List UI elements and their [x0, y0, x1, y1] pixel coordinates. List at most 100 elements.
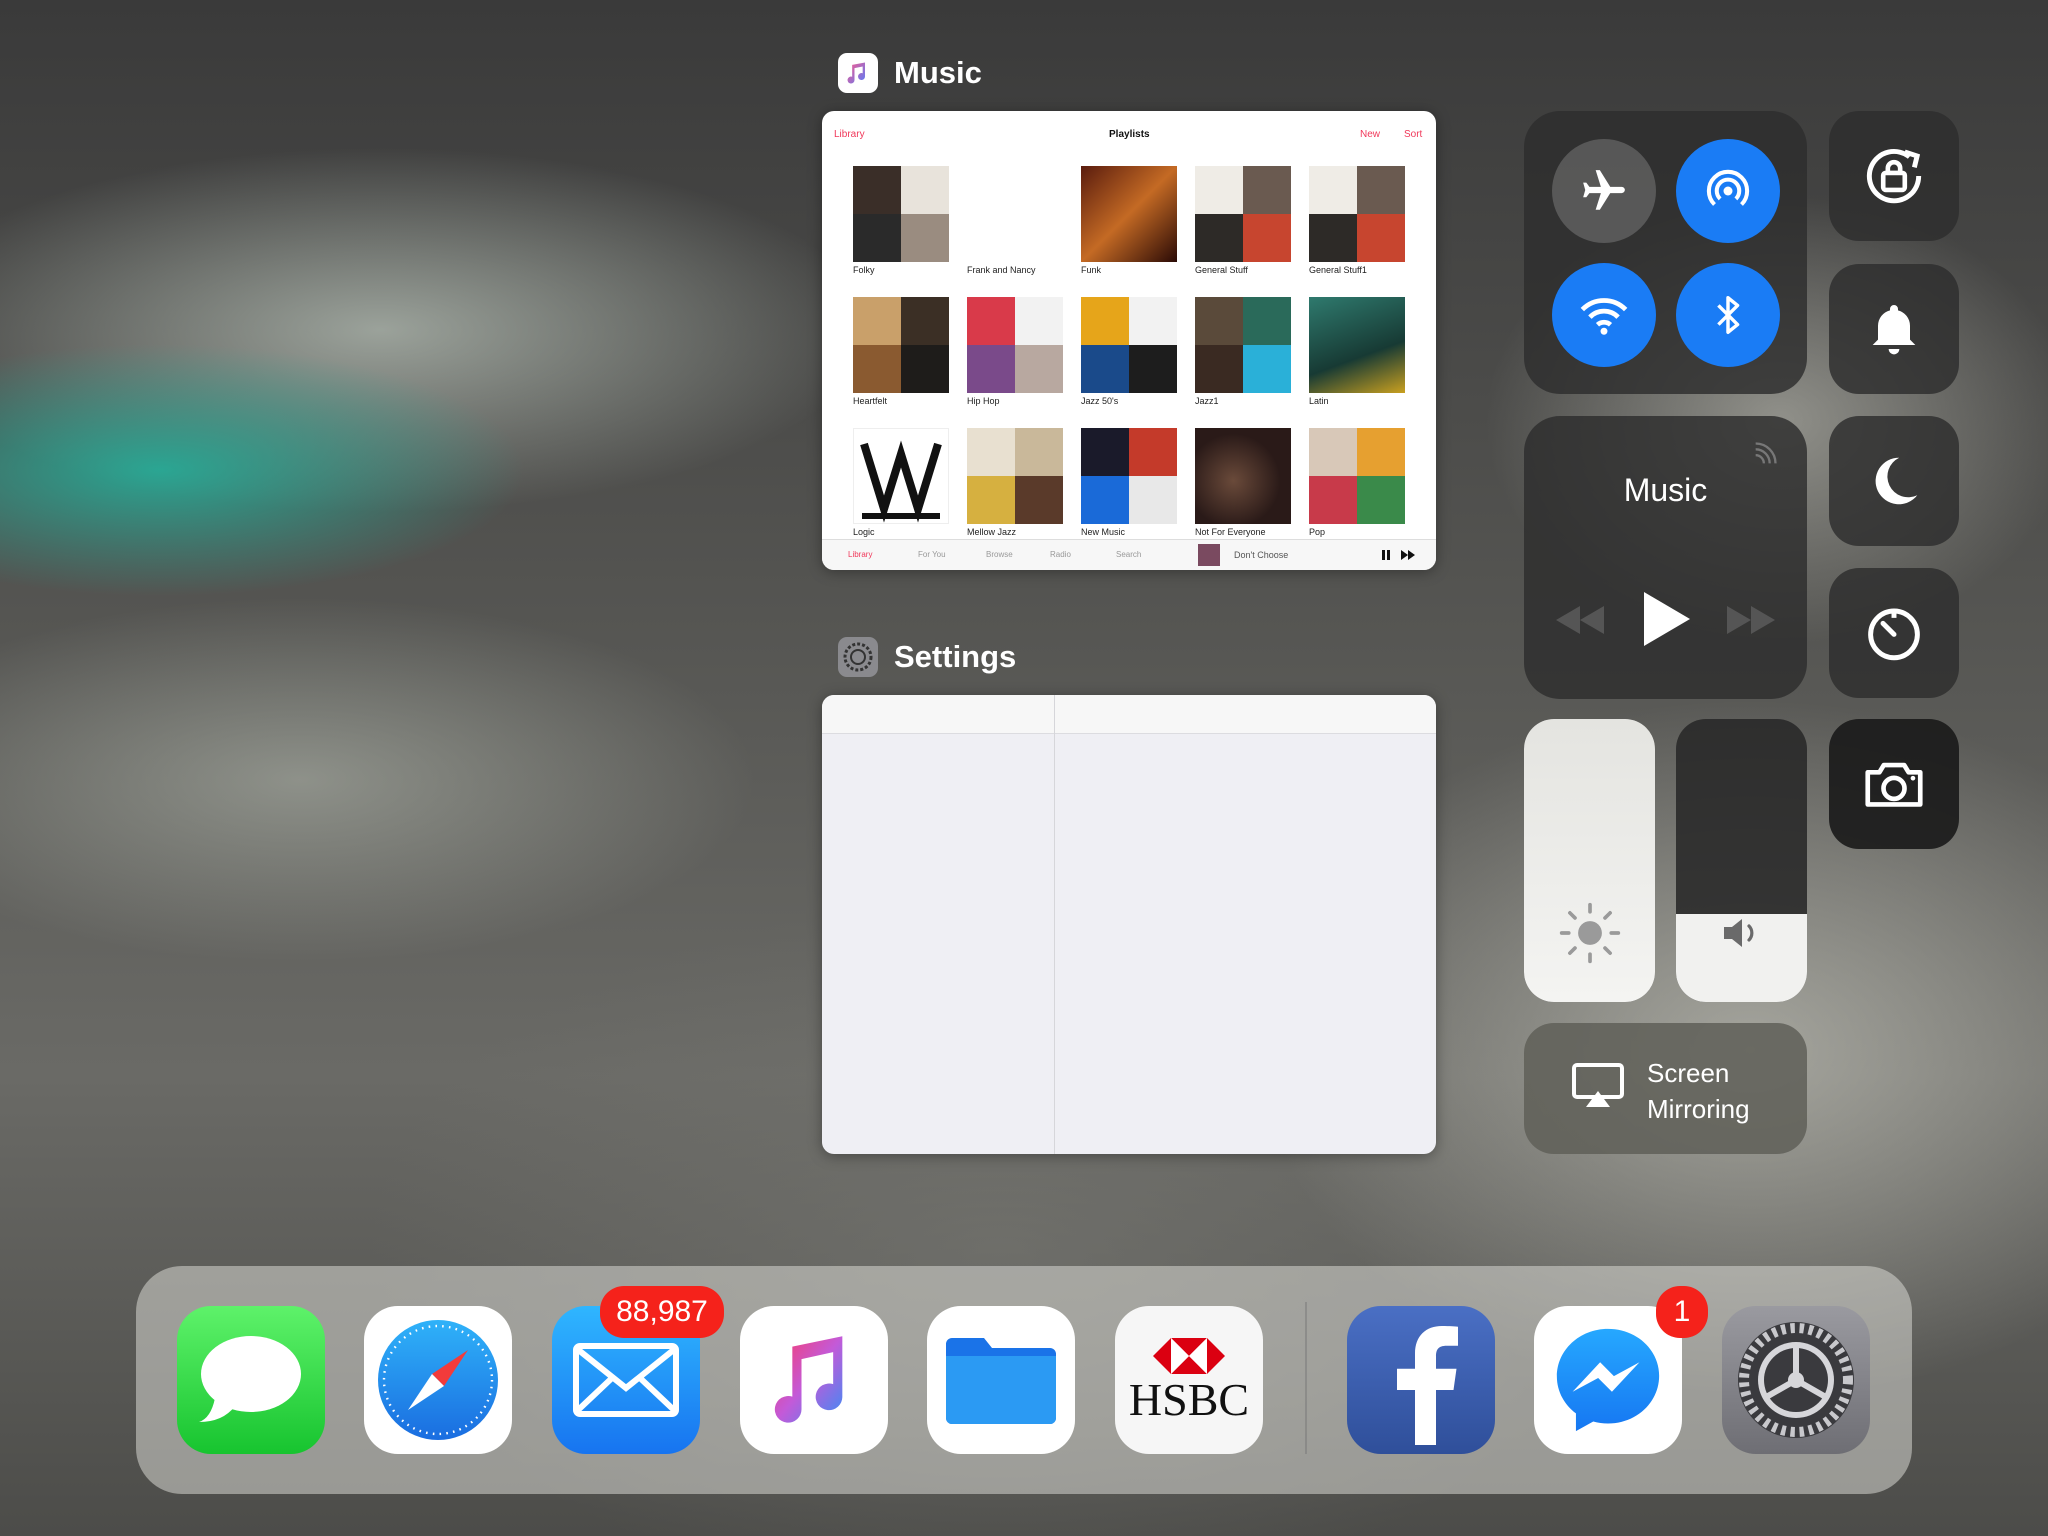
playlist-item[interactable]: Hip Hop: [967, 297, 1063, 406]
hsbc-app-icon[interactable]: HSBC: [1115, 1306, 1263, 1454]
music-app-label[interactable]: Music: [838, 53, 982, 93]
playlist-item[interactable]: Funk: [1081, 166, 1177, 275]
brightness-slider[interactable]: [1524, 719, 1655, 1002]
playlist-item[interactable]: General Stuff: [1195, 166, 1291, 275]
playlist-artwork: [853, 428, 949, 524]
playlist-item[interactable]: Not For Everyone: [1195, 428, 1291, 537]
settings-app-icon[interactable]: [1722, 1306, 1870, 1454]
playlist-artwork: [1309, 166, 1405, 262]
bell-icon: [1872, 305, 1916, 355]
wifi-toggle[interactable]: [1552, 263, 1656, 367]
airplay-audio-icon[interactable]: [1751, 440, 1779, 468]
airplane-icon: [1583, 170, 1625, 210]
music-tab-bar: Library For You Browse Radio Search Don'…: [822, 539, 1436, 570]
timer-button[interactable]: [1829, 568, 1959, 698]
settings-nav-bar: [822, 695, 1436, 734]
playlist-artwork: [1195, 297, 1291, 393]
orientation-lock-button[interactable]: [1829, 111, 1959, 241]
forward-icon[interactable]: [1725, 602, 1777, 638]
screen-mirroring-icon: [1572, 1063, 1624, 1107]
playlist-name: Folky: [853, 265, 875, 275]
music-app-card[interactable]: Library Playlists New Sort Folky Frank a…: [822, 111, 1436, 570]
playlist-artwork: [853, 166, 949, 262]
settings-small-icon: [838, 637, 878, 677]
facebook-icon: [1397, 1326, 1458, 1445]
playlist-artwork: [1309, 428, 1405, 524]
playlist-item[interactable]: Latin: [1309, 297, 1405, 406]
airplane-mode-toggle[interactable]: [1552, 139, 1656, 243]
mute-button[interactable]: [1829, 264, 1959, 394]
playlists-title: Playlists: [1109, 129, 1150, 140]
playlist-item[interactable]: Jazz1: [1195, 297, 1291, 406]
playlist-name: Heartfelt: [853, 396, 888, 406]
playlist-item[interactable]: Jazz 50's: [1081, 297, 1177, 406]
sun-icon: [1559, 902, 1621, 964]
now-playing-artwork: [1198, 544, 1220, 566]
tab-search[interactable]: Search: [1116, 550, 1141, 559]
playlist-artwork: [967, 297, 1063, 393]
playlist-artwork: [967, 166, 1063, 262]
play-icon[interactable]: [1638, 588, 1694, 650]
now-playing-title: Don't Choose: [1234, 550, 1289, 560]
rewind-icon[interactable]: [1554, 602, 1606, 638]
playlist-name: Not For Everyone: [1195, 527, 1266, 537]
hsbc-hexagon-icon: [1153, 1338, 1225, 1374]
library-back-link[interactable]: Library: [834, 129, 865, 140]
safari-app-icon[interactable]: [364, 1306, 512, 1454]
playlist-item[interactable]: New Music: [1081, 428, 1177, 537]
mail-icon: [573, 1343, 679, 1417]
screen-mirroring-button[interactable]: Screen Mirroring: [1524, 1023, 1807, 1154]
wifi-icon: [1580, 298, 1628, 335]
fast-forward-icon[interactable]: [1400, 549, 1416, 561]
camera-button[interactable]: [1829, 719, 1959, 849]
tab-radio[interactable]: Radio: [1050, 550, 1071, 559]
moon-icon: [1875, 457, 1918, 505]
playlist-item[interactable]: Pop: [1309, 428, 1405, 537]
tab-for-you[interactable]: For You: [918, 550, 946, 559]
tab-library[interactable]: Library: [848, 550, 872, 559]
playlist-name: Hip Hop: [967, 396, 1000, 406]
playlist-name: Frank and Nancy: [967, 265, 1036, 275]
settings-app-card[interactable]: [822, 695, 1436, 1154]
split-divider: [1054, 695, 1055, 1154]
airdrop-icon: [1706, 169, 1750, 206]
safari-icon: [378, 1320, 498, 1440]
playlist-item[interactable]: Folky: [853, 166, 949, 275]
new-link[interactable]: New: [1360, 129, 1380, 140]
tab-browse[interactable]: Browse: [986, 550, 1013, 559]
screen-mirroring-line1: Screen: [1647, 1058, 1730, 1088]
playlist-name: Funk: [1081, 265, 1102, 275]
messenger-badge: 1: [1656, 1286, 1708, 1338]
messages-icon: [199, 1336, 301, 1422]
playlist-item[interactable]: Frank and Nancy: [967, 166, 1063, 275]
hsbc-label: HSBC: [1128, 1374, 1250, 1425]
playlist-name: Latin: [1309, 396, 1329, 406]
music-app-icon[interactable]: [740, 1306, 888, 1454]
messages-app-icon[interactable]: [177, 1306, 325, 1454]
now-playing-title: Music: [1623, 472, 1708, 508]
playlist-item[interactable]: Logic: [853, 428, 949, 537]
bluetooth-toggle[interactable]: [1676, 263, 1780, 367]
camera-icon: [1865, 762, 1923, 807]
playlist-artwork: [1309, 297, 1405, 393]
settings-icon: [1738, 1322, 1854, 1438]
playlist-artwork: [967, 428, 1063, 524]
playlist-item[interactable]: Heartfelt: [853, 297, 949, 406]
playlist-artwork: [853, 297, 949, 393]
pause-icon[interactable]: [1380, 549, 1392, 561]
facebook-app-icon[interactable]: [1347, 1306, 1495, 1454]
playlist-item[interactable]: Mellow Jazz: [967, 428, 1063, 537]
sort-link[interactable]: Sort: [1404, 129, 1422, 140]
do-not-disturb-button[interactable]: [1829, 416, 1959, 546]
playlist-name: Mellow Jazz: [967, 527, 1017, 537]
playlist-item[interactable]: General Stuff1: [1309, 166, 1405, 275]
messenger-icon: [1556, 1328, 1660, 1432]
now-playing-module[interactable]: Music: [1524, 416, 1807, 699]
airdrop-toggle[interactable]: [1676, 139, 1780, 243]
settings-app-label[interactable]: Settings: [838, 637, 1016, 677]
playlist-artwork: [1195, 428, 1291, 524]
volume-slider[interactable]: [1676, 719, 1807, 1002]
files-app-icon[interactable]: [927, 1306, 1075, 1454]
settings-app-title: Settings: [894, 639, 1017, 674]
orientation-lock-icon: [1866, 149, 1922, 204]
